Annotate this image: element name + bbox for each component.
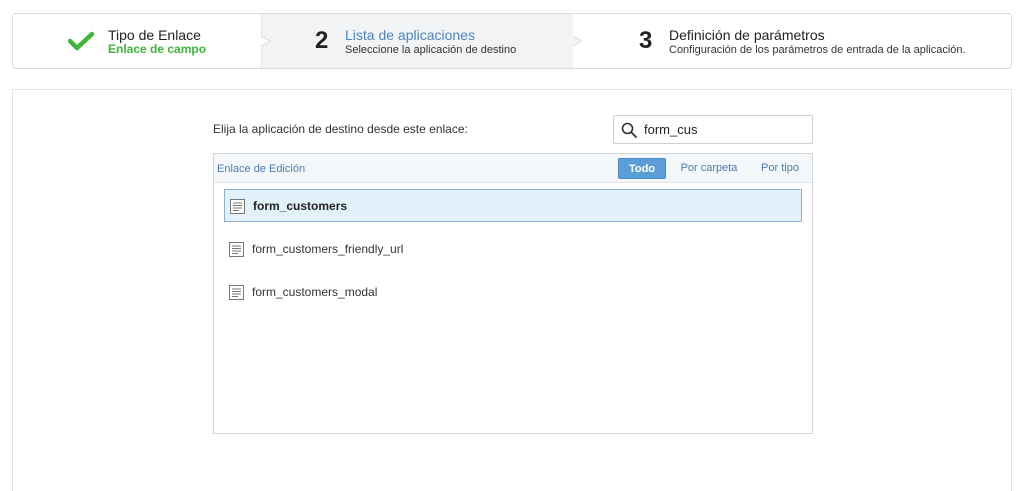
step-title: Lista de aplicaciones [345, 27, 475, 43]
filter-all-button[interactable]: Todo [618, 158, 666, 179]
list-item[interactable]: form_customers_modal [224, 276, 802, 309]
wizard-step-parameter-definition[interactable]: 3 Definición de parámetros Configuración… [573, 14, 1011, 68]
filter-by-type-button[interactable]: Por tipo [754, 158, 806, 179]
step-subtitle: Enlace de campo [108, 42, 207, 56]
search-icon [621, 122, 637, 138]
step-separator-icon [573, 14, 587, 68]
search-box[interactable] [613, 115, 813, 144]
application-selection-panel: Elija la aplicación de destino desde est… [12, 89, 1012, 491]
form-app-icon [230, 199, 245, 214]
filter-by-folder-button[interactable]: Por carpeta [676, 158, 742, 179]
wizard-step-link-type[interactable]: Tipo de Enlace Enlace de campo [13, 14, 261, 68]
form-app-icon [229, 285, 244, 300]
list-item-label: form_customers [253, 199, 348, 213]
list-toolbar: Enlace de Edición Todo Por carpeta Por t… [214, 154, 812, 183]
list-toolbar-title: Enlace de Edición [217, 163, 306, 175]
check-icon [68, 31, 94, 51]
wizard-steps: Tipo de Enlace Enlace de campo 2 Lista d… [12, 13, 1012, 69]
step-title: Definición de parámetros [669, 27, 825, 43]
step-title: Tipo de Enlace [108, 27, 201, 43]
target-app-prompt: Elija la aplicación de destino desde est… [213, 122, 468, 136]
list-item-label: form_customers_friendly_url [252, 242, 404, 256]
list-item-label: form_customers_modal [252, 285, 378, 299]
form-app-icon [229, 242, 244, 257]
step-subtitle: Configuración de los parámetros de entra… [669, 44, 966, 56]
step-separator-icon [261, 14, 272, 68]
list-item[interactable]: form_customers_friendly_url [224, 233, 802, 266]
step-number: 2 [315, 27, 329, 54]
step-number: 3 [639, 27, 653, 54]
wizard-step-application-list[interactable]: 2 Lista de aplicaciones Seleccione la ap… [261, 14, 573, 68]
application-list: Enlace de Edición Todo Por carpeta Por t… [213, 153, 813, 434]
step-subtitle: Seleccione la aplicación de destino [345, 44, 517, 56]
search-input[interactable] [644, 119, 808, 140]
list-item[interactable]: form_customers [224, 189, 802, 222]
